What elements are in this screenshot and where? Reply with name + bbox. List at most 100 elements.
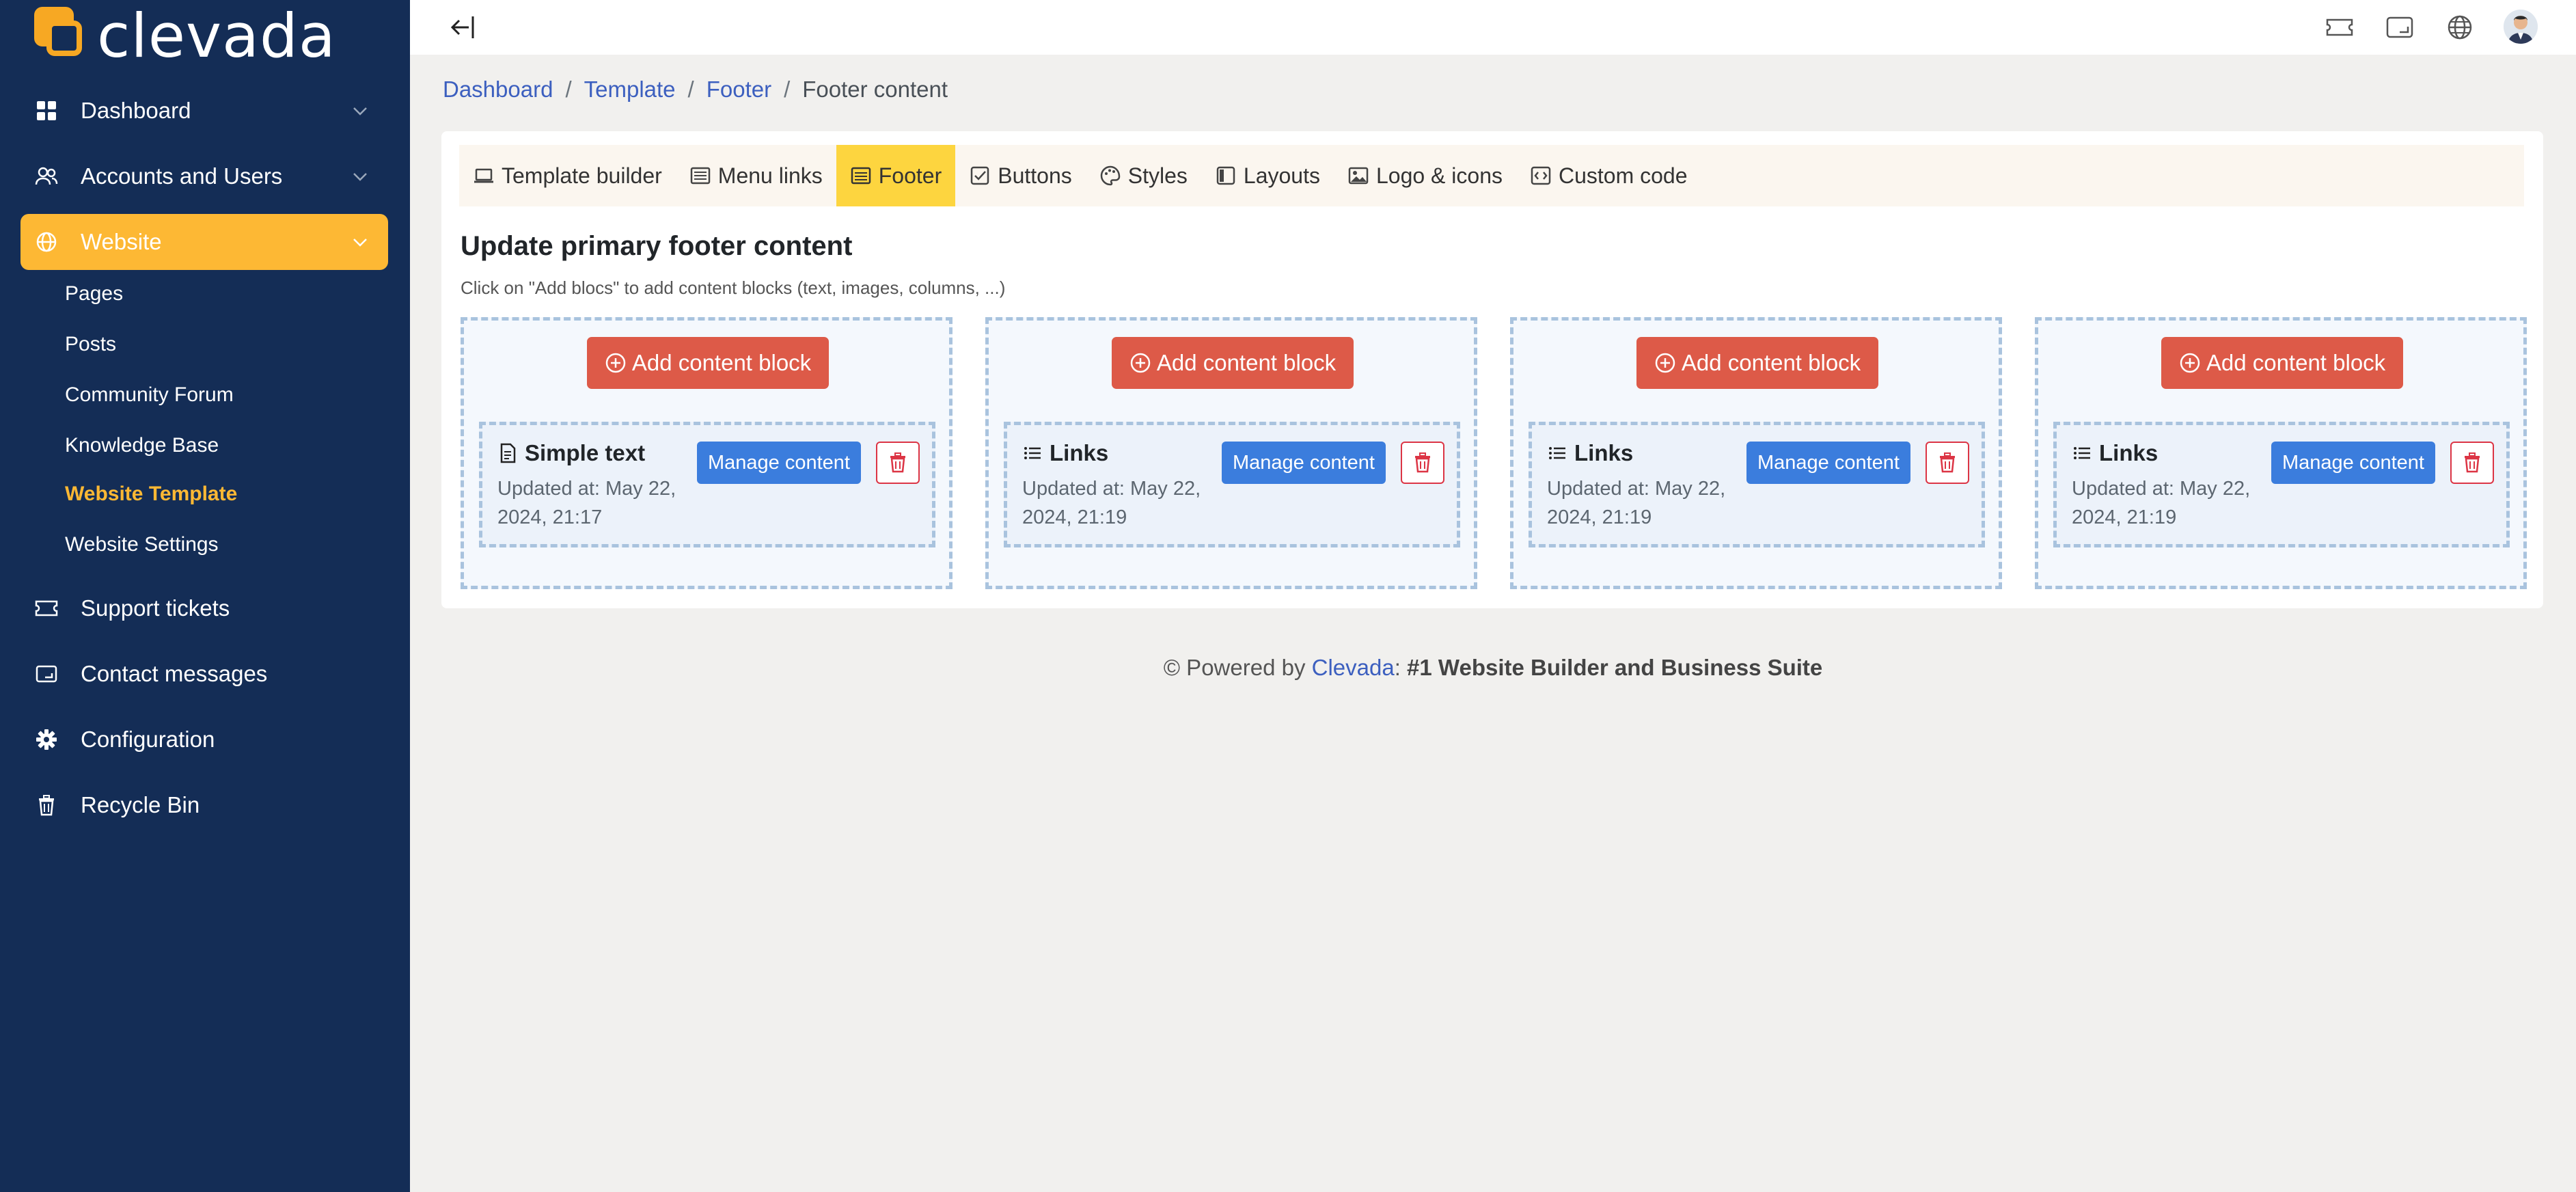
sidebar-subitem-posts[interactable]: Posts — [65, 333, 116, 356]
block-title: Links — [2072, 440, 2158, 466]
file-text-icon — [500, 443, 516, 463]
tab-label: Styles — [1127, 163, 1188, 188]
sidebar-item-label: Recycle Bin — [81, 792, 200, 817]
collapse-sidebar-icon[interactable] — [448, 12, 478, 42]
tab-template-builder[interactable]: Template builder — [459, 145, 676, 206]
block-title-text: Links — [1574, 440, 1634, 465]
sidebar-subitem-community-forum[interactable]: Community Forum — [65, 383, 234, 407]
add-button-label: Add content block — [1681, 350, 1861, 375]
sidebar-item-website[interactable]: Website — [20, 214, 388, 270]
tab-logo-icons[interactable]: Logo & icons — [1334, 145, 1516, 206]
content-block: Simple text Updated at: May 22, 2024, 21… — [479, 422, 935, 547]
tab-label: Custom code — [1558, 163, 1688, 188]
logo[interactable]: clevada — [34, 5, 336, 67]
delete-block-button[interactable] — [1926, 442, 1969, 484]
main-card: Template builder Menu links Footer Butto… — [441, 131, 2543, 608]
plus-circle-icon — [1655, 353, 1675, 373]
footer-prefix: © Powered by — [1163, 655, 1306, 680]
block-updated-at: Updated at: May 22, 2024, 21:19 — [2072, 478, 2251, 528]
list-icon — [1024, 447, 1041, 459]
footer-brand-link[interactable]: Clevada — [1312, 655, 1395, 680]
trash-icon — [33, 791, 60, 819]
content-block: Links Updated at: May 22, 2024, 21:19 Ma… — [1529, 422, 1985, 547]
sidebar-item-label: Support tickets — [81, 595, 230, 621]
footer-column-2: Add content block Links Updated at: May … — [985, 317, 1477, 589]
menu-icon — [690, 167, 711, 185]
sidebar-item-recycle-bin[interactable]: Recycle Bin — [20, 777, 388, 833]
breadcrumb-link-footer[interactable]: Footer — [707, 77, 771, 103]
block-title: Links — [1022, 440, 1108, 466]
sidebar-item-configuration[interactable]: Configuration — [20, 712, 388, 768]
message-icon[interactable] — [2385, 14, 2415, 41]
ticket-icon[interactable] — [2325, 14, 2355, 41]
sidebar-item-accounts[interactable]: Accounts and Users — [20, 148, 388, 204]
trash-icon — [890, 452, 905, 473]
add-content-block-button[interactable]: Add content block — [1636, 337, 1878, 389]
globe-icon[interactable] — [2445, 14, 2475, 41]
add-content-block-button[interactable]: Add content block — [1112, 337, 1354, 389]
breadcrumb-link-dashboard[interactable]: Dashboard — [443, 77, 553, 103]
block-updated-at: Updated at: May 22, 2024, 21:17 — [497, 478, 676, 528]
manage-content-button[interactable]: Manage content — [697, 442, 861, 484]
users-icon — [33, 163, 60, 190]
sidebar-item-dashboard[interactable]: Dashboard — [20, 83, 388, 139]
chevron-down-icon — [353, 107, 367, 116]
delete-block-button[interactable] — [876, 442, 920, 484]
footer-icon — [851, 167, 871, 185]
chevron-down-icon — [353, 239, 367, 247]
content-block: Links Updated at: May 22, 2024, 21:19 Ma… — [1004, 422, 1460, 547]
add-content-block-button[interactable]: Add content block — [2161, 337, 2403, 389]
sidebar-subitem-knowledge-base[interactable]: Knowledge Base — [65, 434, 219, 457]
globe-icon — [33, 228, 60, 256]
tab-menu-links[interactable]: Menu links — [676, 145, 836, 206]
sidebar-item-support-tickets[interactable]: Support tickets — [20, 580, 388, 636]
delete-block-button[interactable] — [2450, 442, 2494, 484]
add-button-label: Add content block — [631, 350, 812, 375]
add-button-label: Add content block — [2206, 350, 2386, 375]
delete-block-button[interactable] — [1401, 442, 1444, 484]
list-icon — [2074, 447, 2090, 459]
plus-circle-icon — [2180, 353, 2200, 373]
page-hint: Click on "Add blocs" to add content bloc… — [461, 277, 1006, 298]
topbar — [410, 0, 2576, 55]
breadcrumb: Dashboard / Template / Footer / Footer c… — [443, 77, 948, 103]
sidebar-subitem-website-settings[interactable]: Website Settings — [65, 533, 219, 556]
manage-content-button[interactable]: Manage content — [2271, 442, 2435, 484]
gear-icon — [33, 726, 60, 753]
footer-column-4: Add content block Links Updated at: May … — [2035, 317, 2527, 589]
tab-custom-code[interactable]: Custom code — [1516, 145, 1701, 206]
avatar[interactable] — [2504, 10, 2538, 44]
sidebar-subitem-pages[interactable]: Pages — [65, 282, 123, 306]
list-icon — [1549, 447, 1565, 459]
powered-by-footer: © Powered by Clevada: #1 Website Builder… — [0, 655, 2576, 681]
code-icon — [1531, 166, 1551, 185]
breadcrumb-separator: / — [687, 77, 694, 102]
breadcrumb-link-template[interactable]: Template — [584, 77, 676, 103]
tab-label: Template builder — [502, 163, 662, 188]
footer-column-1: Add content block Simple text Updated at… — [461, 317, 953, 589]
tab-label: Menu links — [717, 163, 823, 188]
tab-layouts[interactable]: Layouts — [1201, 145, 1334, 206]
tab-label: Layouts — [1243, 163, 1320, 188]
tab-styles[interactable]: Styles — [1086, 145, 1201, 206]
palette-icon — [1100, 165, 1121, 186]
block-title: Simple text — [497, 440, 645, 466]
trash-icon — [1940, 452, 1955, 473]
tab-footer[interactable]: Footer — [836, 145, 956, 206]
tab-buttons[interactable]: Buttons — [955, 145, 1086, 206]
block-updated-at: Updated at: May 22, 2024, 21:19 — [1022, 478, 1201, 528]
logo-mark-icon — [34, 7, 90, 66]
manage-content-button[interactable]: Manage content — [1746, 442, 1910, 484]
add-content-block-button[interactable]: Add content block — [587, 337, 829, 389]
plus-circle-icon — [1130, 353, 1151, 373]
content-block: Links Updated at: May 22, 2024, 21:19 Ma… — [2053, 422, 2510, 547]
laptop-icon — [474, 168, 493, 183]
manage-content-button[interactable]: Manage content — [1222, 442, 1386, 484]
sidebar-subitem-website-template[interactable]: Website Template — [65, 483, 237, 506]
plus-circle-icon — [605, 353, 626, 373]
tab-label: Buttons — [998, 163, 1072, 188]
sidebar-item-label: Website — [81, 229, 162, 254]
breadcrumb-separator: / — [784, 77, 791, 102]
breadcrumb-separator: / — [565, 77, 572, 102]
footer-tagline: #1 Website Builder and Business Suite — [1407, 655, 1823, 680]
